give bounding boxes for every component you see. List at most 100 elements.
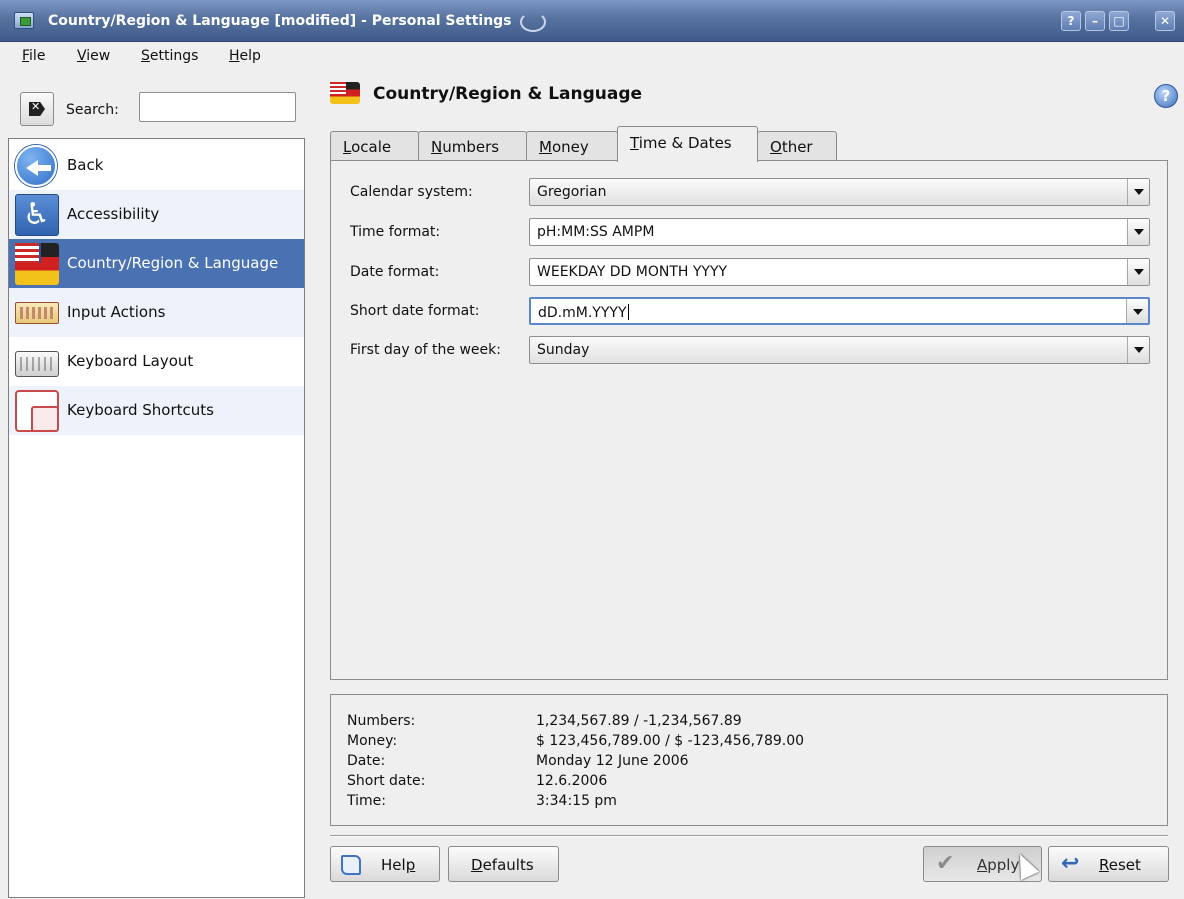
summary-time-label: Time: bbox=[347, 793, 386, 809]
summary-short-date-label: Short date: bbox=[347, 773, 426, 789]
flag-icon bbox=[15, 243, 59, 285]
menu-file[interactable]: File bbox=[22, 48, 45, 64]
calendar-system-select[interactable]: Gregorian bbox=[529, 178, 1150, 206]
tab-bar: Locale Numbers Money Time & Dates Other bbox=[330, 126, 1170, 162]
menu-bar: File View Settings Help bbox=[0, 42, 1184, 72]
tab-numbers[interactable]: Numbers bbox=[418, 131, 527, 162]
maximize-button[interactable]: □ bbox=[1109, 11, 1129, 31]
chevron-down-icon[interactable] bbox=[1127, 259, 1149, 285]
keyboard-shortcuts-icon bbox=[15, 390, 59, 432]
sidebar-item-label: Accessibility bbox=[67, 205, 160, 223]
first-day-row: First day of the week: Sunday bbox=[331, 336, 1167, 366]
close-button[interactable]: ✕ bbox=[1155, 11, 1175, 31]
accessibility-icon bbox=[15, 194, 59, 236]
sidebar: Back Accessibility Country/Region & Lang… bbox=[8, 138, 305, 898]
context-help-button[interactable]: ? bbox=[1061, 11, 1081, 31]
tab-other[interactable]: Other bbox=[757, 131, 837, 162]
first-day-value: Sunday bbox=[537, 342, 590, 358]
preview-summary: Numbers: 1,234,567.89 / -1,234,567.89 Mo… bbox=[330, 694, 1168, 826]
sidebar-item-label: Keyboard Shortcuts bbox=[67, 401, 214, 419]
time-format-row: Time format: pH:MM:SS AMPM bbox=[331, 218, 1167, 248]
clear-search-button[interactable] bbox=[20, 92, 54, 126]
calendar-system-row: Calendar system: Gregorian bbox=[331, 178, 1167, 208]
summary-numbers: Numbers: 1,234,567.89 / -1,234,567.89 bbox=[347, 713, 1147, 731]
back-arrow-icon bbox=[15, 145, 57, 187]
chevron-down-icon[interactable] bbox=[1127, 179, 1149, 205]
sidebar-item-back[interactable]: Back bbox=[9, 141, 304, 190]
tab-locale[interactable]: Locale bbox=[330, 131, 419, 162]
pin-icon bbox=[520, 12, 546, 32]
check-icon bbox=[936, 851, 962, 876]
menu-help[interactable]: Help bbox=[229, 48, 261, 64]
flag-icon bbox=[330, 82, 360, 104]
text-caret bbox=[627, 304, 629, 320]
summary-money: Money: $ 123,456,789.00 / $ -123,456,789… bbox=[347, 733, 1147, 751]
chevron-down-icon[interactable] bbox=[1126, 299, 1148, 323]
short-date-format-row: Short date format: dD.mM.YYYY bbox=[331, 297, 1167, 327]
sidebar-item-label: Input Actions bbox=[67, 303, 166, 321]
defaults-button-label: Defaults bbox=[471, 856, 534, 874]
keyboard-icon bbox=[15, 351, 59, 377]
sidebar-item-keyboard-layout[interactable]: Keyboard Layout bbox=[9, 337, 304, 386]
time-format-label: Time format: bbox=[350, 224, 441, 240]
app-icon[interactable] bbox=[14, 12, 34, 29]
reset-button-label: Reset bbox=[1099, 856, 1141, 874]
summary-date-label: Date: bbox=[347, 753, 386, 769]
summary-time: Time: 3:34:15 pm bbox=[347, 793, 1147, 811]
clear-icon bbox=[29, 102, 45, 116]
reset-arrow-icon bbox=[1059, 851, 1085, 876]
short-date-format-combo[interactable]: dD.mM.YYYY bbox=[529, 297, 1150, 325]
window-titlebar[interactable]: Country/Region & Language [modified] - P… bbox=[0, 0, 1184, 42]
reset-button[interactable]: Reset bbox=[1048, 846, 1169, 882]
summary-date: Date: Monday 12 June 2006 bbox=[347, 753, 1147, 771]
short-date-format-value[interactable]: dD.mM.YYYY bbox=[538, 304, 629, 321]
summary-money-value: $ 123,456,789.00 / $ -123,456,789.00 bbox=[536, 733, 805, 749]
short-date-format-text: dD.mM.YYYY bbox=[538, 305, 627, 321]
date-format-value[interactable]: WEEKDAY DD MONTH YYYY bbox=[537, 264, 727, 280]
chevron-down-icon[interactable] bbox=[1127, 219, 1149, 245]
sidebar-item-input-actions[interactable]: Input Actions bbox=[9, 288, 304, 337]
input-actions-icon bbox=[15, 302, 59, 324]
sidebar-item-label: Keyboard Layout bbox=[67, 352, 194, 370]
summary-money-label: Money: bbox=[347, 733, 398, 749]
first-day-label: First day of the week: bbox=[350, 342, 501, 358]
summary-short-date-value: 12.6.2006 bbox=[536, 773, 608, 789]
time-dates-pane: Calendar system: Gregorian Time format: … bbox=[330, 160, 1168, 680]
summary-date-value: Monday 12 June 2006 bbox=[536, 753, 689, 769]
date-format-combo[interactable]: WEEKDAY DD MONTH YYYY bbox=[529, 258, 1150, 286]
defaults-button[interactable]: Defaults bbox=[448, 846, 559, 882]
window-title: Country/Region & Language [modified] - P… bbox=[48, 13, 512, 29]
tab-money[interactable]: Money bbox=[526, 131, 618, 162]
sidebar-item-label: Country/Region & Language bbox=[67, 254, 279, 272]
short-date-format-label: Short date format: bbox=[350, 303, 480, 319]
search-row: Search: bbox=[8, 84, 308, 132]
summary-short-date: Short date: 12.6.2006 bbox=[347, 773, 1147, 791]
separator bbox=[330, 835, 1168, 837]
calendar-system-value: Gregorian bbox=[537, 184, 607, 200]
whats-this-help-icon[interactable]: ? bbox=[1154, 84, 1178, 108]
tab-time-dates[interactable]: Time & Dates bbox=[617, 126, 758, 162]
search-label: Search: bbox=[66, 102, 119, 118]
calendar-system-label: Calendar system: bbox=[350, 184, 473, 200]
summary-time-value: 3:34:15 pm bbox=[536, 793, 617, 809]
sidebar-item-country-region-language[interactable]: Country/Region & Language bbox=[9, 239, 304, 288]
minimize-button[interactable]: – bbox=[1085, 11, 1105, 31]
sidebar-item-accessibility[interactable]: Accessibility bbox=[9, 190, 304, 239]
sidebar-item-label: Back bbox=[67, 156, 104, 174]
sidebar-item-keyboard-shortcuts[interactable]: Keyboard Shortcuts bbox=[9, 386, 304, 435]
help-button-label: Help bbox=[381, 856, 416, 874]
chevron-down-icon[interactable] bbox=[1127, 337, 1149, 363]
summary-numbers-value: 1,234,567.89 / -1,234,567.89 bbox=[536, 713, 742, 729]
date-format-label: Date format: bbox=[350, 264, 440, 280]
first-day-select[interactable]: Sunday bbox=[529, 336, 1150, 364]
help-button[interactable]: Help bbox=[330, 846, 440, 882]
search-input[interactable] bbox=[139, 92, 296, 122]
time-format-combo[interactable]: pH:MM:SS AMPM bbox=[529, 218, 1150, 246]
date-format-row: Date format: WEEKDAY DD MONTH YYYY bbox=[331, 258, 1167, 288]
time-format-value[interactable]: pH:MM:SS AMPM bbox=[537, 224, 654, 240]
menu-settings[interactable]: Settings bbox=[141, 48, 198, 64]
menu-view[interactable]: View bbox=[77, 48, 110, 64]
page-title: Country/Region & Language bbox=[373, 84, 643, 104]
summary-numbers-label: Numbers: bbox=[347, 713, 416, 729]
help-book-icon bbox=[341, 855, 361, 875]
